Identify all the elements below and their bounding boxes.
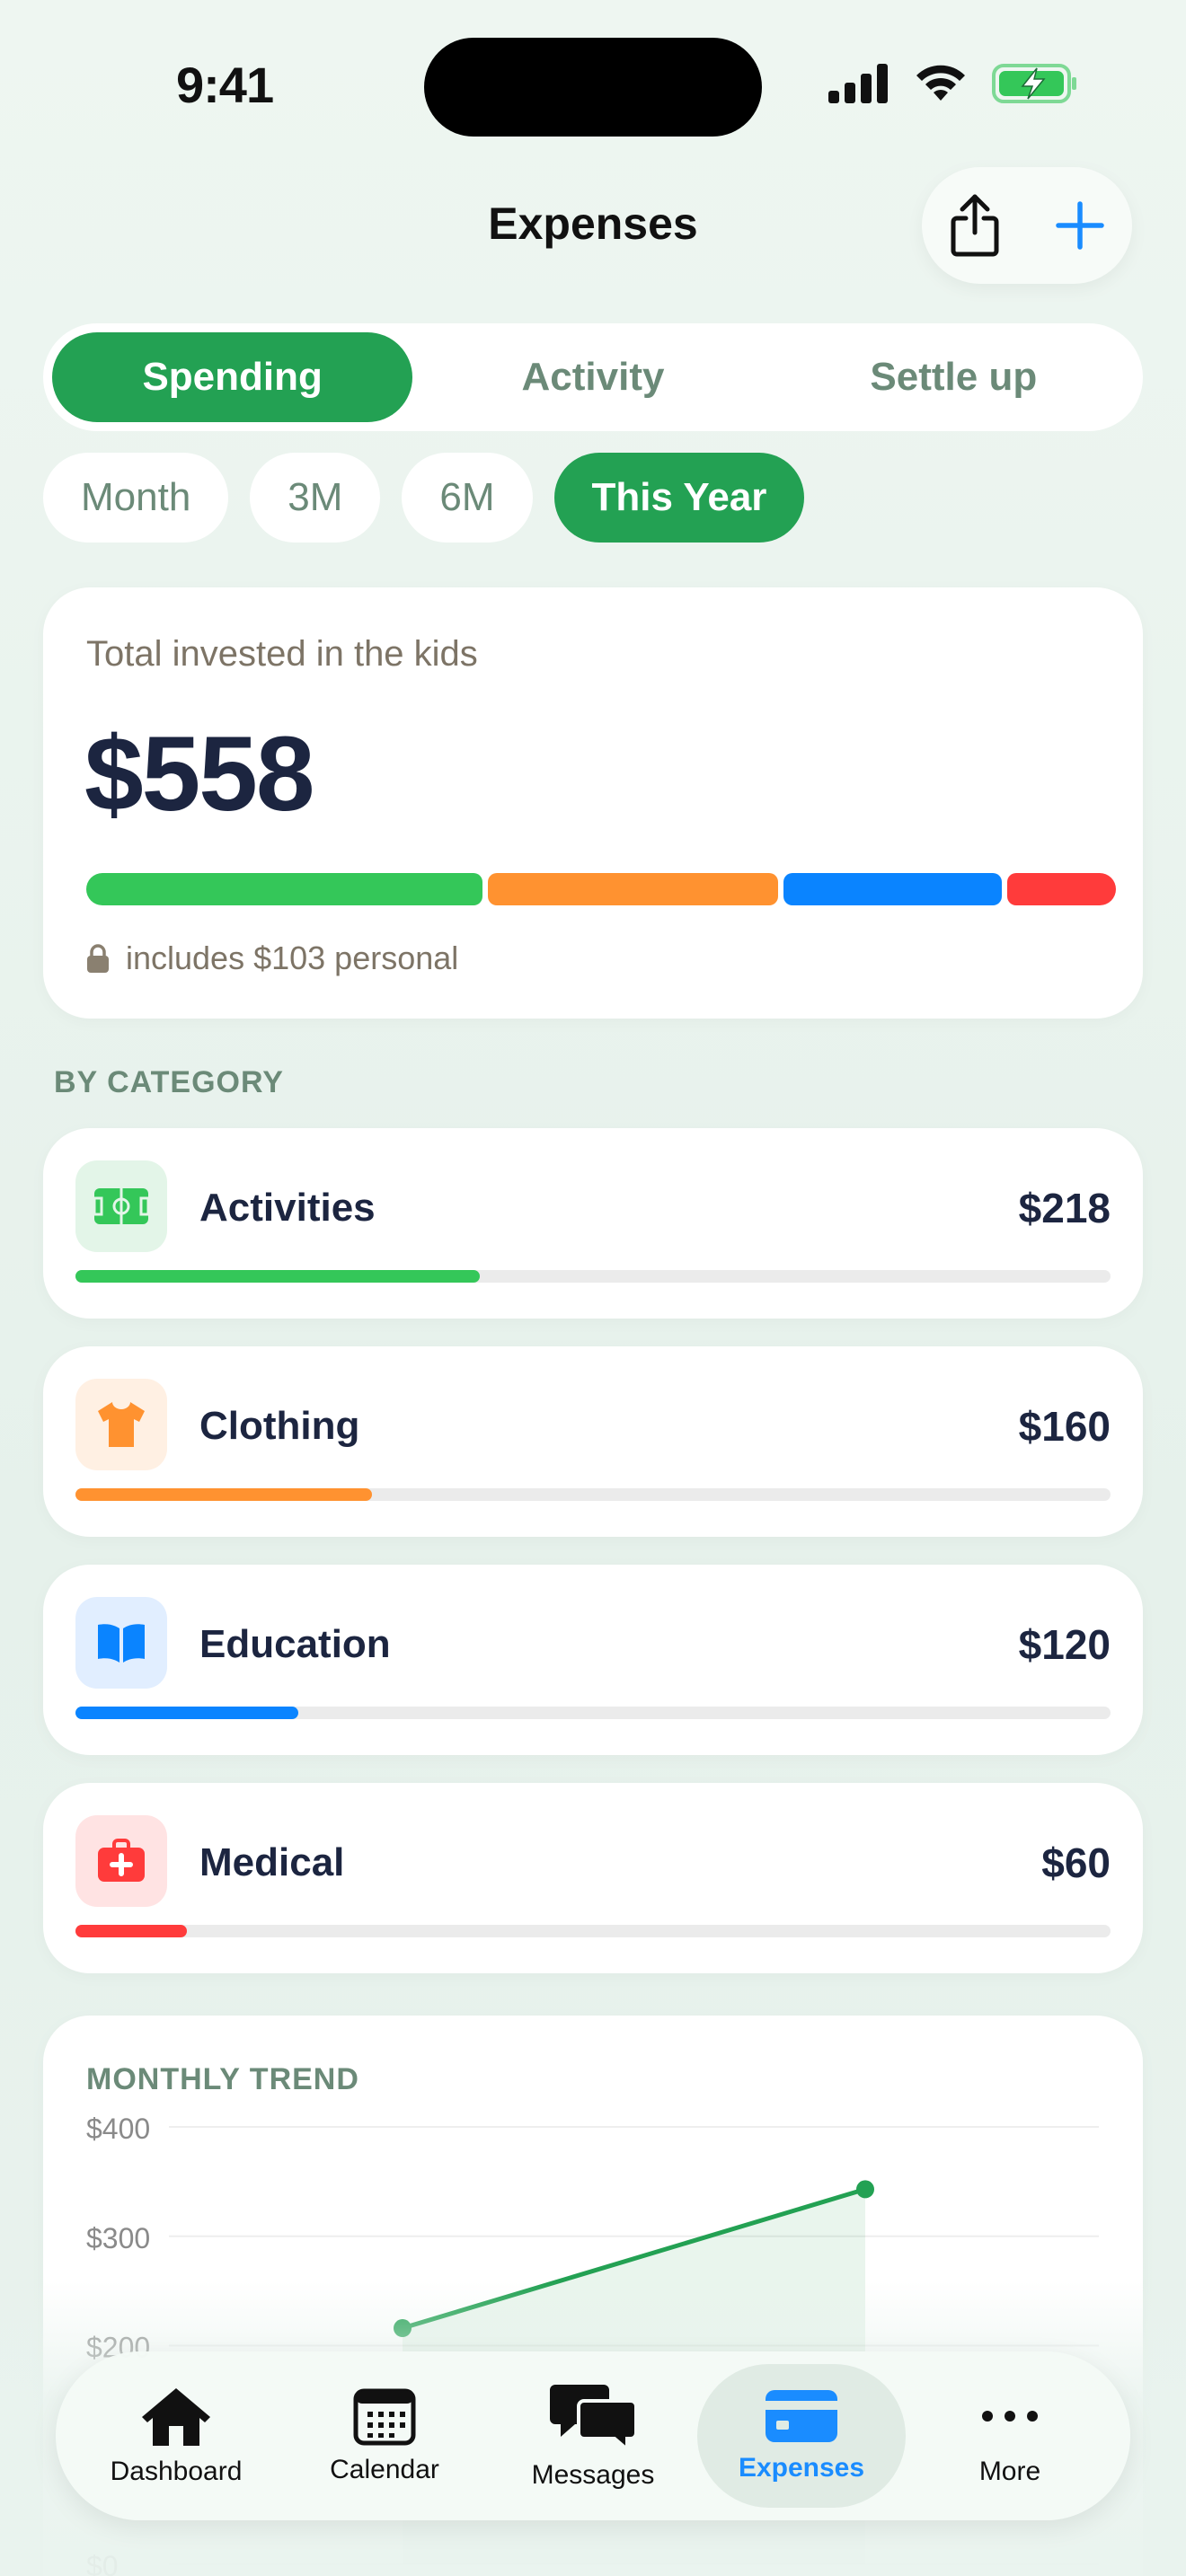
segment-spending[interactable]: Spending — [52, 332, 413, 422]
section-label-by-category: BY CATEGORY — [54, 1065, 284, 1099]
period-this-year[interactable]: This Year — [553, 453, 805, 543]
lock-icon — [87, 944, 109, 973]
category-icon-tile — [75, 1597, 167, 1689]
tab-messages[interactable]: Messages — [489, 2364, 697, 2508]
category-progress-track — [75, 1925, 1111, 1937]
book-icon — [98, 1624, 145, 1663]
tab-label: More — [978, 2457, 1041, 2486]
share-icon — [951, 194, 998, 257]
trend-point — [856, 2180, 874, 2199]
category-card-clothing[interactable]: Clothing $160 — [43, 1346, 1143, 1537]
category-name: Clothing — [199, 1404, 360, 1448]
breakdown-segment-education — [783, 873, 1002, 905]
category-progress-track — [75, 1707, 1111, 1719]
tab-more[interactable]: More — [906, 2364, 1114, 2508]
tab-label: Dashboard — [110, 2457, 243, 2486]
tab-label: Messages — [531, 2460, 655, 2490]
tab-calendar[interactable]: Calendar — [280, 2364, 489, 2508]
period-6m[interactable]: 6M — [402, 453, 533, 543]
tab-label: Calendar — [330, 2455, 439, 2484]
house-icon — [142, 2388, 210, 2446]
category-breakdown-bar — [86, 873, 1116, 905]
expenses-screen: 9:41 Expenses Spending Activity Settle u… — [0, 0, 1186, 2576]
period-filter: Month 3M 6M This Year — [43, 453, 805, 543]
category-amount: $218 — [1018, 1185, 1111, 1231]
tab-label: Expenses — [738, 2453, 865, 2483]
tab-bar: Dashboard Calendar Messages Expenses Mor… — [56, 2351, 1130, 2520]
soccer-field-icon — [93, 1188, 150, 1224]
view-segmented-control: Spending Activity Settle up — [43, 323, 1143, 431]
category-progress-track — [75, 1270, 1111, 1283]
category-progress-fill — [75, 1270, 481, 1283]
chat-bubbles-icon — [550, 2385, 638, 2451]
cellular-signal-icon — [828, 64, 888, 103]
medical-kit-icon — [98, 1839, 145, 1882]
summary-label: Total invested in the kids — [86, 634, 478, 674]
calendar-icon — [353, 2388, 416, 2446]
category-progress-track — [75, 1488, 1111, 1501]
category-progress-fill — [75, 1707, 298, 1719]
credit-card-icon — [766, 2390, 837, 2442]
dynamic-island — [424, 38, 762, 137]
tshirt-icon — [98, 1402, 145, 1447]
plus-icon — [1055, 201, 1104, 250]
category-progress-fill — [75, 1488, 373, 1501]
category-progress-fill — [75, 1925, 187, 1937]
category-amount: $120 — [1018, 1621, 1111, 1668]
category-name: Medical — [199, 1840, 345, 1884]
y-tick-label: $300 — [86, 2222, 150, 2254]
category-icon-tile — [75, 1815, 167, 1907]
breakdown-segment-clothing — [487, 873, 779, 905]
tab-expenses[interactable]: Expenses — [697, 2364, 906, 2508]
add-expense-button[interactable] — [1040, 185, 1120, 266]
share-button[interactable] — [934, 185, 1015, 266]
category-name: Activities — [199, 1186, 376, 1230]
category-amount: $160 — [1018, 1403, 1111, 1450]
breakdown-segment-activities — [86, 873, 482, 905]
summary-note: includes $103 personal — [86, 940, 458, 977]
breakdown-segment-medical — [1006, 873, 1116, 905]
segment-settle-up[interactable]: Settle up — [774, 332, 1134, 422]
period-3m[interactable]: 3M — [250, 453, 381, 543]
category-card-activities[interactable]: Activities $218 — [43, 1128, 1143, 1319]
summary-note-text: includes $103 personal — [126, 940, 459, 976]
header-actions — [922, 167, 1132, 284]
category-name: Education — [199, 1622, 391, 1666]
total-summary-card: Total invested in the kids $558 includes… — [43, 587, 1143, 1019]
category-card-medical[interactable]: Medical $60 — [43, 1783, 1143, 1973]
segment-activity[interactable]: Activity — [412, 332, 773, 422]
more-dots-icon — [982, 2411, 1038, 2422]
category-amount: $60 — [1041, 1839, 1111, 1886]
y-tick-label: $400 — [86, 2113, 150, 2145]
summary-amount: $558 — [84, 715, 315, 834]
category-icon-tile — [75, 1160, 167, 1252]
battery-charging-icon — [992, 64, 1076, 103]
wifi-icon — [916, 65, 965, 101]
tab-dashboard[interactable]: Dashboard — [72, 2364, 280, 2508]
status-time: 9:41 — [176, 57, 274, 113]
category-card-education[interactable]: Education $120 — [43, 1565, 1143, 1755]
category-icon-tile — [75, 1379, 167, 1470]
period-month[interactable]: Month — [43, 453, 229, 543]
status-icons — [827, 63, 1078, 104]
